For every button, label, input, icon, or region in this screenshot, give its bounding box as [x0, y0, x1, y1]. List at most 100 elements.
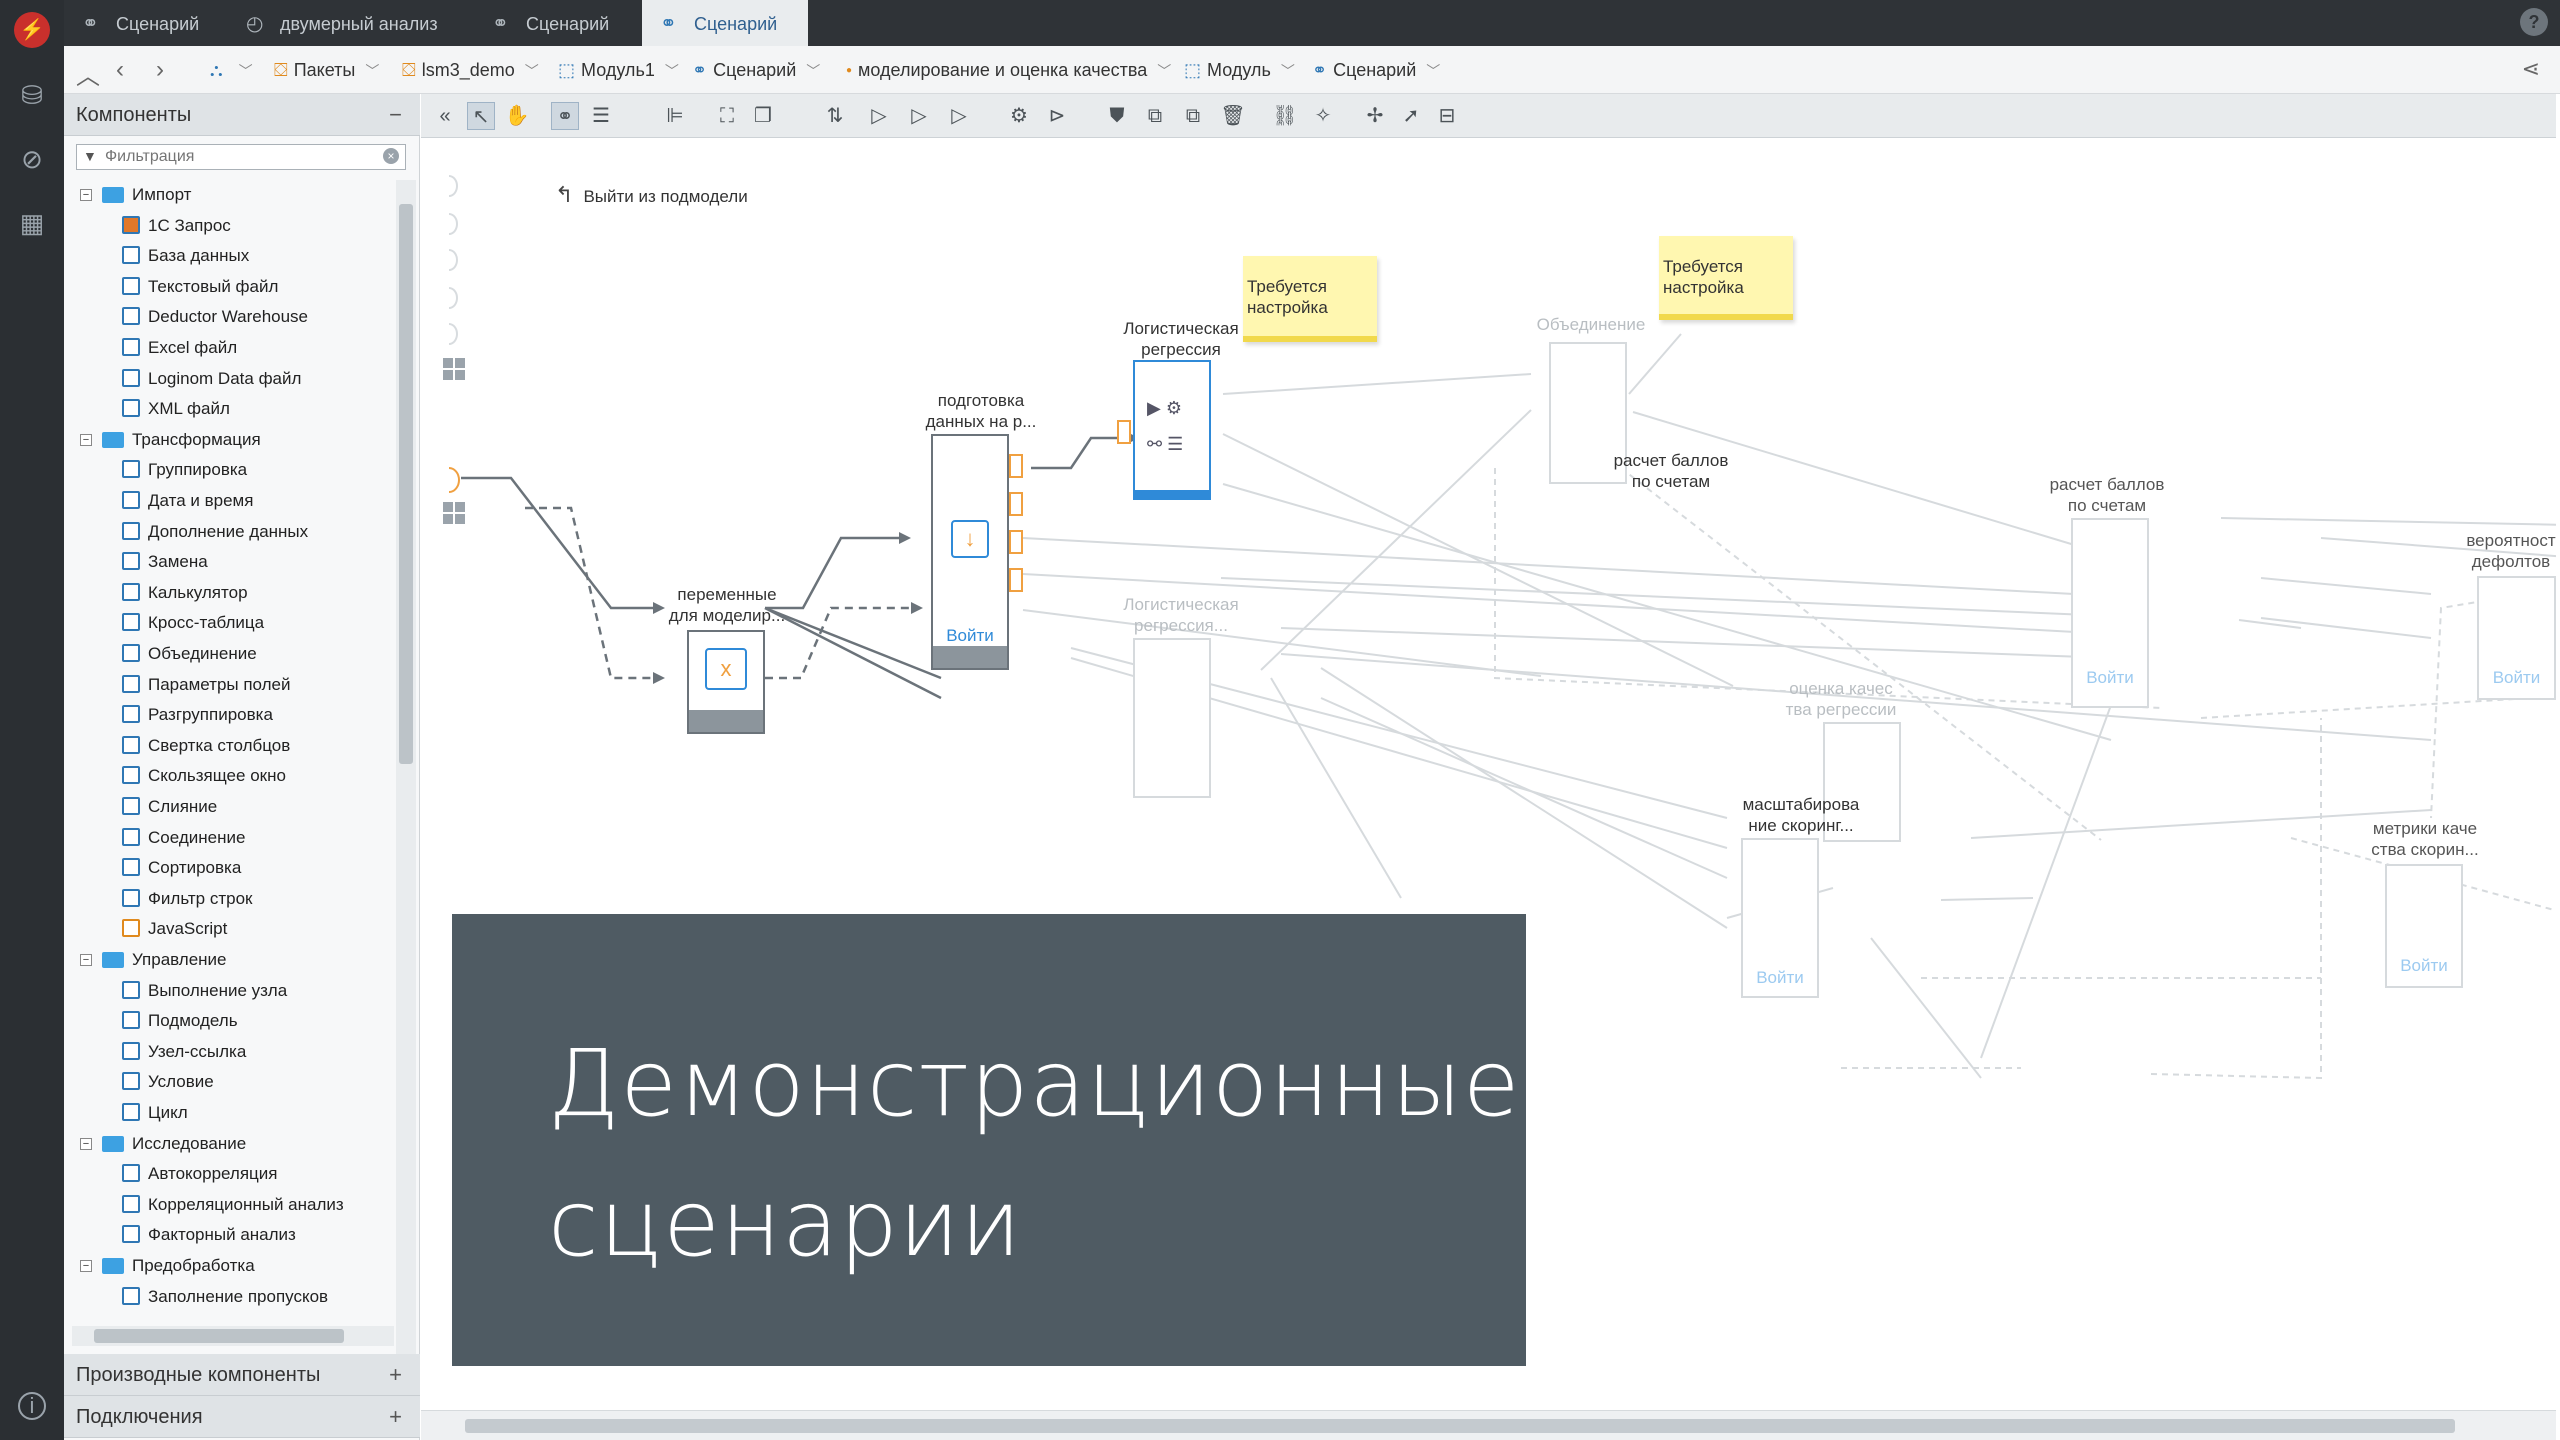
packages-icon[interactable]: ⛁ [17, 80, 47, 110]
breadcrumb-lsm3-demo[interactable]: ⛋ lsm3_demo ﹀ [402, 46, 539, 94]
tree-item[interactable]: Кросс-таблица [122, 608, 264, 638]
canvas-horizontal-scrollbar[interactable] [421, 1410, 2556, 1440]
scrollbar-thumb[interactable] [465, 1419, 2455, 1433]
wizard-icon[interactable]: ✧ [1309, 102, 1337, 130]
frame-icon[interactable]: ⊟ [1433, 102, 1461, 130]
pin-icon[interactable]: ✢ [1361, 102, 1389, 130]
app-logo-icon[interactable]: ⚡ [14, 12, 50, 48]
tree-folder[interactable]: Импорт [102, 180, 191, 210]
collapse-panel-icon[interactable]: « [431, 102, 459, 130]
tree-item[interactable]: JavaScript [122, 914, 227, 944]
enter-button[interactable]: Войти [2479, 668, 2554, 688]
back-icon[interactable]: ‹ [116, 56, 124, 84]
clear-icon[interactable]: × [383, 148, 399, 164]
output-port[interactable] [1009, 492, 1023, 516]
input-port[interactable] [1117, 420, 1131, 444]
scrollbar-thumb[interactable] [94, 1329, 344, 1343]
group-icon[interactable]: ⛶ [713, 102, 741, 130]
tree-item[interactable]: Цикл [122, 1098, 188, 1128]
tab-2d-analysis[interactable]: ◴ двумерный анализ [228, 0, 456, 46]
forward-icon[interactable]: › [156, 56, 164, 84]
tree-item[interactable]: Дата и время [122, 486, 253, 516]
breadcrumb-scenario[interactable]: ⚭ Сценарий ﹀ [692, 46, 820, 94]
output-port[interactable] [1009, 530, 1023, 554]
binoculars-icon[interactable]: ⛊ [1103, 102, 1131, 130]
enter-button[interactable]: Войти [933, 626, 1007, 646]
sort-icon[interactable]: ⇅ [821, 102, 849, 130]
tab-scenario-3[interactable]: ⚭ Сценарий [642, 0, 808, 46]
node-logreg2[interactable] [1133, 638, 1211, 798]
tree-item[interactable]: Сортировка [122, 853, 241, 883]
tree-item[interactable]: Deductor Warehouse [122, 302, 308, 332]
connections-header[interactable]: Подключения + [64, 1396, 420, 1438]
expand-icon[interactable]: + [389, 1354, 402, 1396]
tree-item[interactable]: Замена [122, 547, 208, 577]
breadcrumb-modeling[interactable]: ● моделирование и оценка качества ﹀ [846, 46, 1171, 94]
tree-item[interactable]: Текстовый файл [122, 272, 278, 302]
table-icon[interactable]: ▦ [17, 208, 47, 238]
run-to-icon[interactable]: ▷ [905, 102, 933, 130]
tree-item[interactable]: Дополнение данных [122, 517, 308, 547]
output-port[interactable] [1009, 454, 1023, 478]
breadcrumb-module[interactable]: ⬚ Модуль ﹀ [1184, 46, 1295, 94]
breadcrumb-scenario-2[interactable]: ⚭ Сценарий ﹀ [1312, 46, 1440, 94]
tree-folder[interactable]: Исследование [102, 1129, 246, 1159]
tree-item[interactable]: Скользящее окно [122, 761, 286, 791]
enter-button[interactable]: Войти [2073, 668, 2147, 688]
node-scale[interactable]: Войти [1741, 838, 1819, 998]
tree-item[interactable]: Условие [122, 1067, 214, 1097]
compass-icon[interactable]: ⊘ [17, 144, 47, 174]
tree-folder[interactable]: Управление [102, 945, 227, 975]
share-icon[interactable]: ⋖ [2522, 56, 2540, 82]
tree-folder[interactable]: Предобработка [102, 1251, 255, 1281]
tree-item[interactable]: Loginom Data файл [122, 364, 301, 394]
tree-item[interactable]: Excel файл [122, 333, 237, 363]
tab-scenario-2[interactable]: ⚭ Сценарий [474, 0, 627, 46]
collapse-toggle-icon[interactable]: − [80, 433, 92, 446]
tree-item[interactable]: Факторный анализ [122, 1220, 296, 1250]
collapse-toggle-icon[interactable]: − [80, 1137, 92, 1150]
tree-item[interactable]: Свертка столбцов [122, 731, 290, 761]
tree-item[interactable]: Разгруппировка [122, 700, 273, 730]
tree-item[interactable]: Узел-ссылка [122, 1037, 246, 1067]
tree-item[interactable]: Объединение [122, 639, 257, 669]
breadcrumb-packages[interactable]: ⛋ Пакеты ﹀ [274, 46, 379, 94]
node-scores[interactable]: Войти [2071, 518, 2149, 708]
tab-scenario-1[interactable]: ⚭ Сценарий [64, 0, 217, 46]
enter-button[interactable]: Войти [2387, 956, 2461, 976]
tree-folder[interactable]: Трансформация [102, 425, 261, 455]
expand-icon[interactable]: + [389, 1396, 402, 1438]
delete-icon[interactable]: 🗑 [1219, 102, 1247, 130]
hand-icon[interactable]: ✋ [503, 102, 531, 130]
scrollbar-thumb[interactable] [399, 204, 413, 764]
collapse-toggle-icon[interactable]: − [80, 189, 92, 201]
filter-input[interactable] [103, 147, 373, 167]
node-prep[interactable]: ↓ Войти [931, 434, 1009, 670]
tree-horizontal-scrollbar[interactable] [72, 1326, 394, 1346]
help-icon[interactable]: ? [2520, 8, 2548, 36]
tree-item[interactable]: Слияние [122, 792, 217, 822]
copy-icon[interactable]: ⧉ [1141, 102, 1169, 130]
collapse-icon[interactable]: − [389, 94, 402, 136]
align-icon[interactable]: ⊫ [661, 102, 689, 130]
run-all-icon[interactable]: ▷ [945, 102, 973, 130]
tree-item[interactable]: Фильтр строк [122, 884, 252, 914]
tree-item[interactable]: Соединение [122, 823, 245, 853]
tree-item[interactable]: Корреляционный анализ [122, 1190, 344, 1220]
collapse-toggle-icon[interactable]: − [80, 954, 92, 966]
tree-item[interactable]: Группировка [122, 455, 247, 485]
paste-icon[interactable]: ⧉ [1179, 102, 1207, 130]
node-prob[interactable]: Войти [2477, 576, 2556, 700]
tree-item[interactable]: База данных [122, 241, 249, 271]
derived-components-header[interactable]: Производные компоненты + [64, 1354, 420, 1396]
link-icon[interactable]: ⛓ [1271, 102, 1299, 130]
settings-icon[interactable]: ⚙ [1005, 102, 1033, 130]
exit-submodel-button[interactable]: ↰ Выйти из подмодели [555, 182, 748, 208]
info-icon[interactable]: i [18, 1392, 46, 1420]
output-port[interactable] [1009, 568, 1023, 592]
configure-icon[interactable]: ⊳ [1043, 102, 1071, 130]
sticky-note[interactable]: Требуется настройка [1659, 236, 1793, 320]
tree-vertical-scrollbar[interactable] [396, 180, 416, 1418]
copy-node-icon[interactable]: ❐ [749, 102, 777, 130]
tree-item[interactable]: Калькулятор [122, 578, 248, 608]
